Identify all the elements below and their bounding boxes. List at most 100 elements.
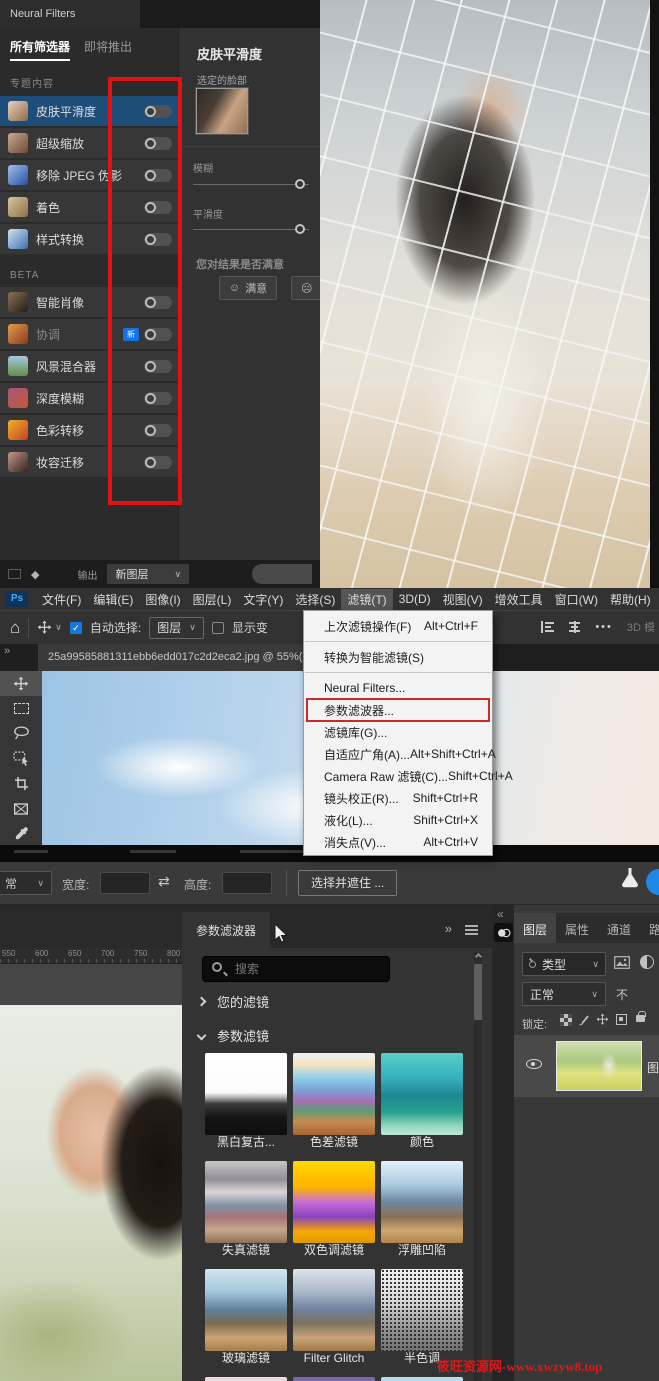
smoothness-slider[interactable] [193,229,309,230]
menu-select[interactable]: 选择(S) [289,589,341,610]
auto-select-target-dropdown[interactable]: 图层 ∨ [149,617,204,639]
auto-select-checkbox[interactable]: ✓ [70,622,82,634]
menu-image[interactable]: 图像(I) [139,589,186,610]
filter-card-chromatic[interactable]: 色差滤镜 [293,1053,375,1150]
collapse-panel-icon[interactable]: » [445,921,452,936]
marquee-tool-button[interactable] [0,696,42,721]
search-input[interactable] [233,957,383,981]
menu-file[interactable]: 文件(F) [36,589,87,610]
menu-item-liquify[interactable]: 液化(L)... Shift+Ctrl+X [304,809,492,831]
filter-thumbnail[interactable] [293,1269,375,1351]
group-your-filters[interactable]: 您的滤镜 [198,992,269,1011]
layer-filter-type-dropdown[interactable]: 类型 ∨ [522,952,606,976]
menu-type[interactable]: 文字(Y) [237,589,289,610]
filter-card-bw-vintage[interactable]: 黑白复古... [205,1053,287,1150]
tab-upcoming[interactable]: 即将推出 [84,38,132,61]
lock-artboard-icon[interactable] [616,1014,627,1025]
filter-thumbnail[interactable] [205,1377,287,1381]
menu-item-lens-correction[interactable]: 镜头校正(R)... Shift+Ctrl+R [304,787,492,809]
lock-transparency-icon[interactable] [560,1014,572,1026]
blend-mode-dropdown[interactable]: 正常 ∨ [522,982,606,1006]
tab-layers[interactable]: 图层 [514,913,556,943]
crop-tool-button[interactable] [0,771,42,796]
align-left-icon[interactable] [541,621,554,633]
tab-properties[interactable]: 属性 [556,913,598,943]
adjustment-filter-icon[interactable] [640,955,654,969]
menu-item-adaptive-wide-angle[interactable]: 自适应广角(A)... Alt+Shift+Ctrl+A [304,743,492,765]
filter-thumbnail[interactable] [381,1161,463,1243]
style-dropdown[interactable]: 常 ∨ [0,871,52,895]
panel-collapse-icon[interactable]: » [4,645,10,657]
layer-thumbnail[interactable] [556,1041,642,1091]
filter-card-partial[interactable] [205,1377,287,1381]
lasso-tool-button[interactable] [0,721,42,746]
slider-knob[interactable] [295,179,305,189]
filter-thumbnail[interactable] [381,1377,463,1381]
layer-visibility-eye-icon[interactable] [526,1059,542,1069]
group-parametric-filters[interactable]: 参数滤镜 [198,1026,269,1045]
output-target-dropdown[interactable]: 新图层 ∨ [107,564,189,584]
layers-icon[interactable] [8,569,21,579]
filter-card-halftone[interactable]: 半色调 [381,1269,463,1366]
filter-thumbnail[interactable] [381,1269,463,1351]
menu-plugins[interactable]: 增效工具 [489,589,549,610]
layer-row[interactable]: 图 [514,1035,659,1097]
clipped-button[interactable] [252,564,312,584]
home-icon[interactable]: ⌂ [10,618,20,638]
width-input[interactable] [100,872,150,894]
filter-card-glass[interactable]: 玻璃滤镜 [205,1269,287,1366]
swap-dimensions-icon[interactable]: ⇄ [158,873,170,890]
menu-view[interactable]: 视图(V) [437,589,489,610]
menu-item-vanishing-point[interactable]: 消失点(V)... Alt+Ctrl+V [304,831,492,853]
height-input[interactable] [222,872,272,894]
filter-card-distortion[interactable]: 失真滤镜 [205,1161,287,1258]
slider-knob[interactable] [295,224,305,234]
lock-position-icon[interactable] [596,1013,609,1031]
satisfied-button[interactable]: ☺ 满意 [219,276,277,300]
menu-filter[interactable]: 滤镜(T) [341,589,392,610]
filter-thumbnail[interactable] [381,1053,463,1135]
object-selection-tool-button[interactable] [0,746,42,771]
menu-item-filter-gallery[interactable]: 滤镜库(G)... [304,721,492,743]
filter-card-duotone[interactable]: 双色调滤镜 [293,1161,375,1258]
lock-pixels-brush-icon[interactable] [577,1013,591,1032]
filter-thumbnail[interactable] [205,1269,287,1351]
image-filter-icon[interactable] [614,956,630,974]
tab-paths[interactable]: 路 [640,913,659,943]
filter-thumbnail[interactable] [205,1161,287,1243]
menu-item-neural-filters[interactable]: Neural Filters... [304,677,492,699]
tab-channels[interactable]: 通道 [598,913,640,943]
align-center-icon[interactable] [568,621,581,633]
selected-face-thumbnail[interactable] [196,88,248,134]
filter-card-color[interactable]: 颜色 [381,1053,463,1150]
menu-3d[interactable]: 3D(D) [393,590,437,608]
mask-panel-icon[interactable] [494,923,513,942]
scrollbar-thumb[interactable] [474,964,482,1020]
filter-card-glitch[interactable]: Filter Glitch [293,1269,375,1366]
menu-edit[interactable]: 编辑(E) [87,589,139,610]
eyedropper-tool-button[interactable] [0,821,42,846]
menu-item-parametric-filters[interactable]: 参数滤波器... [304,699,492,721]
menu-layer[interactable]: 图层(L) [187,589,238,610]
filter-thumbnail[interactable] [293,1053,375,1135]
tab-all-filters[interactable]: 所有筛选器 [10,38,70,61]
filter-thumbnail[interactable] [293,1161,375,1243]
menu-window[interactable]: 窗口(W) [549,589,604,610]
panel-menu-icon[interactable] [465,925,478,935]
move-tool-button[interactable] [0,671,42,696]
panel-tab[interactable]: 参数滤波器 [182,912,270,948]
filter-card-emboss[interactable]: 浮雕凹陷 [381,1161,463,1258]
lock-all-icon[interactable] [636,1015,645,1022]
more-options-icon[interactable]: ••• [595,621,613,633]
frame-tool-button[interactable] [0,796,42,821]
move-tool-preset[interactable]: ∨ [37,620,62,635]
menu-help[interactable]: 帮助(H) [604,589,657,610]
menu-item-convert-smart-filters[interactable]: 转换为智能滤镜(S) [304,646,492,668]
account-avatar[interactable] [646,869,659,895]
filter-card-partial[interactable] [293,1377,375,1381]
photoshop-logo[interactable]: Ps [6,591,28,607]
menu-item-last-filter[interactable]: 上次滤镜操作(F) Alt+Ctrl+F [304,615,492,637]
filter-thumbnail[interactable] [293,1377,375,1381]
collapse-dock-icon[interactable]: « [497,907,504,921]
filter-thumbnail[interactable] [205,1053,287,1135]
